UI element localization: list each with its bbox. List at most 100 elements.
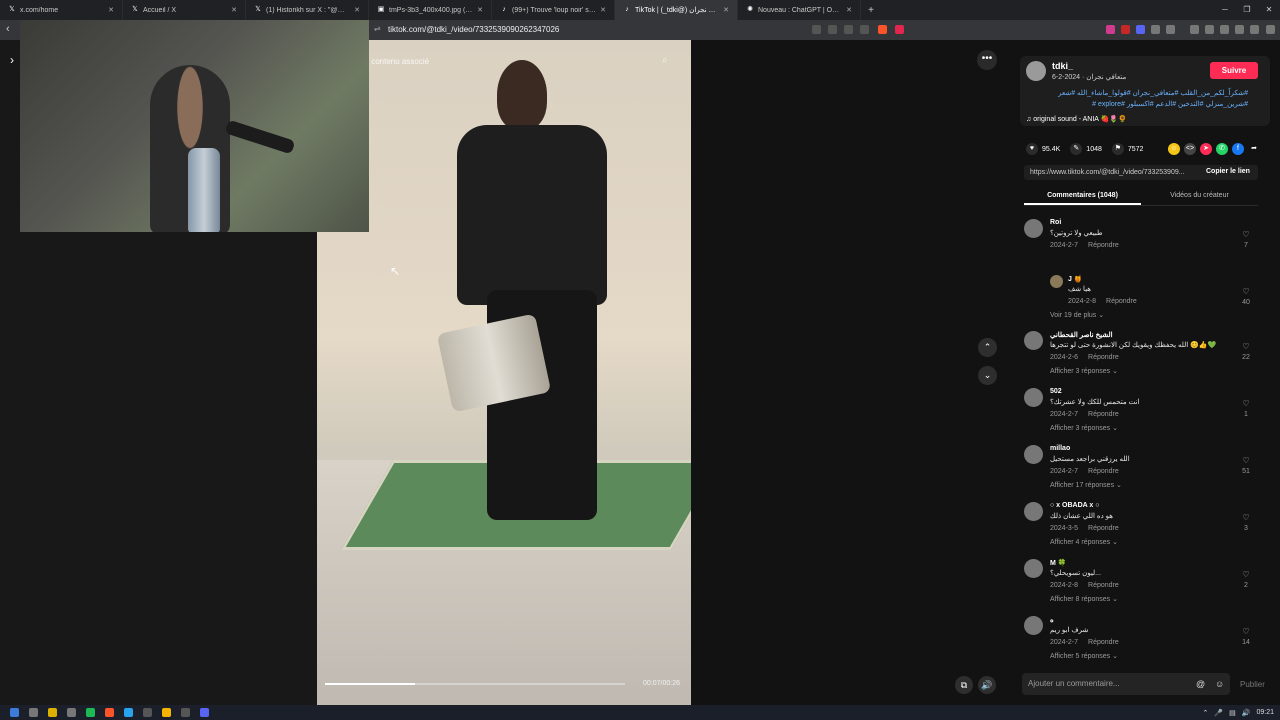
tab-creator-videos[interactable]: Vidéos du créateur — [1141, 188, 1258, 205]
network-icon[interactable]: ▤ — [1229, 709, 1236, 717]
close-tab-icon[interactable]: ✕ — [846, 6, 852, 14]
comment-author[interactable]: ○ x OBADA x ○ — [1050, 502, 1099, 509]
comment-avatar[interactable] — [1024, 559, 1043, 578]
minimize-icon[interactable]: ─ — [1214, 0, 1236, 20]
show-replies-button[interactable]: Afficher 17 réponses ⌄ — [1050, 481, 1122, 489]
copy-link-button[interactable]: Copier le lien — [1206, 168, 1250, 175]
mention-icon[interactable]: @ — [1196, 679, 1205, 689]
browser-tab[interactable]: ♪ TikTok | (_tdki@) متعافي نجران✕ — [615, 0, 738, 20]
brave-icon[interactable] — [105, 708, 114, 717]
follow-button[interactable]: Suivre — [1210, 62, 1258, 79]
browser-tab[interactable]: ▣ tmPs-3b3_400x400.jpg (400×400)✕ — [369, 0, 492, 20]
close-tab-icon[interactable]: ✕ — [231, 6, 237, 14]
publish-button[interactable]: Publier — [1240, 680, 1265, 689]
reply-button[interactable]: Répondre — [1088, 639, 1119, 646]
bookmark-icon[interactable]: ⚑ — [1111, 143, 1124, 155]
shield-icon[interactable] — [1250, 25, 1259, 34]
menu-icon[interactable] — [1266, 25, 1275, 34]
like-stat[interactable]: ♥ 95.4K — [1026, 143, 1060, 155]
url-field[interactable]: tiktok.com/@tdki_/video/7332539090262347… — [388, 25, 559, 34]
reply-button[interactable]: Répondre — [1088, 582, 1119, 589]
close-tab-icon[interactable]: ✕ — [477, 6, 483, 14]
wallet-icon[interactable] — [1220, 25, 1229, 34]
comment-author[interactable]: Roi — [1050, 219, 1061, 226]
back-icon[interactable]: ‹ — [6, 23, 10, 35]
video-player[interactable]: v contenu associé ⌕ 00:07/00:26 — [317, 40, 691, 705]
sound-label[interactable]: ♫ original sound - ANIA 🍓🌷🌻 — [1026, 115, 1127, 123]
translate-icon[interactable] — [812, 25, 821, 34]
embed-icon[interactable]: <> — [1184, 143, 1196, 155]
pip-icon[interactable]: ⧉ — [955, 676, 973, 694]
restore-icon[interactable]: ❐ — [1236, 0, 1258, 20]
close-tab-icon[interactable]: ✕ — [600, 6, 606, 14]
show-replies-button[interactable]: Afficher 3 réponses ⌄ — [1050, 367, 1118, 375]
reply-button[interactable]: Répondre — [1106, 298, 1137, 305]
author-username[interactable]: tdki_ — [1052, 61, 1073, 71]
volume-icon[interactable]: 🔊 — [978, 676, 996, 694]
send-icon[interactable]: ➤ — [1200, 143, 1212, 155]
related-search-label[interactable]: v contenu associé — [365, 57, 429, 66]
extension-badge-icon[interactable] — [1121, 25, 1130, 34]
puzzle-icon[interactable] — [1151, 25, 1160, 34]
facebook-icon[interactable]: f — [1232, 143, 1244, 155]
heart-icon[interactable]: ♥ — [1026, 143, 1038, 155]
clock[interactable]: 09:21 — [1256, 709, 1274, 716]
site-info-icon[interactable]: ⇌ — [374, 24, 381, 33]
reply-button[interactable]: Répondre — [1088, 411, 1119, 418]
browser-tab[interactable]: ✺ Nouveau : ChatGPT | OpenAI ✕ — [738, 0, 861, 20]
windows-start-icon[interactable] — [10, 708, 19, 717]
close-window-icon[interactable]: ✕ — [1258, 0, 1280, 20]
more-options-icon[interactable]: ••• — [977, 50, 997, 70]
app-icon[interactable] — [181, 708, 190, 717]
heart-outline-icon[interactable]: ♡ — [1238, 456, 1254, 465]
show-replies-button[interactable]: Afficher 8 réponses ⌄ — [1050, 595, 1118, 603]
extension-icon[interactable] — [1106, 25, 1115, 34]
comment-author[interactable]: ه — [1050, 616, 1054, 624]
reply-button[interactable]: Répondre — [1088, 242, 1119, 249]
comment-avatar[interactable] — [1024, 331, 1043, 350]
save-stat[interactable]: ⚑ 7572 — [1111, 143, 1143, 155]
chevron-up-icon[interactable]: ⌃ — [1203, 709, 1209, 717]
previous-video-icon[interactable]: ⌃ — [978, 338, 997, 357]
browser-tab[interactable]: 𝕏 Accueil / X ✕ — [123, 0, 246, 20]
media-icon[interactable] — [1190, 25, 1199, 34]
share-page-icon[interactable] — [860, 25, 869, 34]
heart-outline-icon[interactable]: ♡ — [1238, 287, 1254, 296]
reply-button[interactable]: Répondre — [1088, 525, 1119, 532]
extension-icon[interactable] — [1166, 25, 1175, 34]
tab-comments[interactable]: Commentaires (1048) — [1024, 188, 1141, 205]
browser-tab[interactable]: 𝕏 (1) Historikh sur X : "@moufarrid Tu✕ — [246, 0, 369, 20]
comment-avatar[interactable] — [1024, 388, 1043, 407]
app-icon[interactable] — [143, 708, 152, 717]
heart-outline-icon[interactable]: ♡ — [1238, 399, 1254, 408]
comment-stat[interactable]: ✎ 1048 — [1070, 143, 1102, 155]
reply-avatar[interactable] — [1050, 275, 1063, 288]
discord-icon[interactable] — [200, 708, 209, 717]
video-progress-bar[interactable] — [325, 683, 625, 685]
volume-icon[interactable]: 🔊 — [1242, 709, 1251, 717]
search-icon[interactable] — [29, 708, 38, 717]
comment-author[interactable]: millao — [1050, 445, 1070, 452]
whatsapp-icon[interactable]: ✆ — [1216, 143, 1228, 155]
share-arrow-icon[interactable]: ➦ — [1248, 143, 1260, 155]
reply-button[interactable]: Répondre — [1088, 354, 1119, 361]
new-tab-icon[interactable]: + — [861, 5, 881, 16]
app-icon[interactable] — [124, 708, 133, 717]
see-more-replies-button[interactable]: Voir 19 de plus ⌄ — [1022, 311, 1262, 328]
heart-outline-icon[interactable]: ♡ — [1238, 513, 1254, 522]
app-icon[interactable] — [67, 708, 76, 717]
vpn-icon[interactable] — [1235, 25, 1244, 34]
comment-avatar[interactable] — [1024, 445, 1043, 464]
chevron-right-icon[interactable]: › — [10, 53, 14, 67]
comment-avatar[interactable] — [1024, 219, 1043, 238]
reply-author[interactable]: J 🍯 — [1068, 275, 1083, 283]
show-replies-button[interactable]: Afficher 3 réponses ⌄ — [1050, 424, 1118, 432]
close-tab-icon[interactable]: ✕ — [108, 6, 114, 14]
heart-outline-icon[interactable]: ♡ — [1238, 230, 1254, 239]
search-icon[interactable]: ⌕ — [662, 55, 668, 66]
comment-avatar[interactable] — [1024, 616, 1043, 635]
brave-rewards-icon[interactable] — [895, 25, 904, 34]
heart-outline-icon[interactable]: ♡ — [1238, 627, 1254, 636]
heart-outline-icon[interactable]: ♡ — [1238, 342, 1254, 351]
brave-shield-icon[interactable] — [878, 25, 887, 34]
